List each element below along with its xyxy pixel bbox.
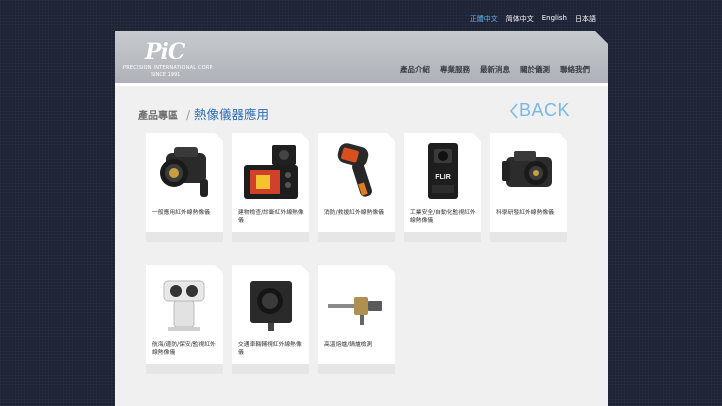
product-label: 建物檢查/診斷紅外線熱像儀 bbox=[238, 210, 304, 224]
svg-text:FLIR: FLIR bbox=[435, 174, 451, 181]
pistol-grip-camera-icon bbox=[337, 143, 372, 197]
product-card[interactable]: FLIR 工業安全/自動化監視紅外線熱像儀 bbox=[404, 133, 481, 242]
back-label: BACK bbox=[518, 100, 570, 120]
lang-english[interactable]: English bbox=[542, 14, 567, 24]
product-card[interactable]: 航海/邊防/保安/監視紅外線熱像儀 bbox=[146, 265, 223, 374]
research-camera-icon bbox=[502, 151, 552, 187]
fixed-mount-camera-icon: FLIR bbox=[428, 143, 458, 199]
main-panel: PiC PRECISION INTERNATIONAL CORP. SINCE … bbox=[115, 31, 608, 406]
lang-japanese[interactable]: 日本語 bbox=[575, 14, 596, 24]
product-card[interactable]: 高溫熔爐/鍋爐檢測 bbox=[318, 265, 395, 374]
product-label: 交通車輛輔視紅外線熱像儀 bbox=[238, 342, 302, 356]
product-card[interactable]: 建物檢查/診斷紅外線熱像儀 bbox=[232, 133, 309, 242]
card-footer bbox=[404, 232, 481, 242]
card-footer bbox=[232, 364, 309, 374]
product-label: 一般應用紅外線熱像儀 bbox=[152, 210, 210, 216]
product-card[interactable]: 一般應用紅外線熱像儀 bbox=[146, 133, 223, 242]
page-title: 熱像儀器應用 bbox=[194, 107, 270, 122]
compact-camera-icon bbox=[244, 145, 298, 199]
product-label: 科學研發紅外線熱像儀 bbox=[496, 210, 554, 216]
product-card[interactable]: 科學研發紅外線熱像儀 bbox=[490, 133, 567, 242]
logo-company-name: PRECISION INTERNATIONAL CORP. bbox=[123, 65, 214, 71]
card-footer bbox=[318, 364, 395, 374]
handheld-camera-icon bbox=[160, 147, 208, 197]
product-label: 工業安全/自動化監視紅外線熱像儀 bbox=[410, 210, 476, 224]
product-card[interactable]: 消防/救援紅外線熱像儀 bbox=[318, 133, 395, 242]
logo-since: SINCE 1991 bbox=[151, 72, 181, 78]
language-switcher: 正體中文 简体中文 English 日本語 bbox=[470, 14, 596, 24]
nav-contact[interactable]: 聯絡我們 bbox=[560, 64, 590, 75]
card-footer bbox=[146, 232, 223, 242]
nav-products[interactable]: 產品介紹 bbox=[400, 64, 430, 75]
breadcrumb-zone[interactable]: 產品專區 bbox=[138, 107, 178, 122]
card-footer bbox=[318, 232, 395, 242]
card-footer bbox=[146, 364, 223, 374]
logo-mark: PiC bbox=[145, 39, 185, 65]
product-label: 航海/邊防/保安/監視紅外線熱像儀 bbox=[152, 342, 216, 356]
card-footer bbox=[232, 232, 309, 242]
site-header: PiC PRECISION INTERNATIONAL CORP. SINCE … bbox=[115, 31, 608, 83]
header-divider bbox=[115, 83, 608, 86]
nav-services[interactable]: 專業服務 bbox=[440, 64, 470, 75]
back-button[interactable]: BACK bbox=[509, 100, 570, 121]
breadcrumb-separator: / bbox=[186, 108, 191, 122]
breadcrumb: 產品專區 / 熱像儀器應用 bbox=[138, 104, 269, 123]
ptz-camera-icon bbox=[163, 280, 205, 331]
chevron-left-icon bbox=[509, 103, 518, 118]
company-logo[interactable]: PiC PRECISION INTERNATIONAL CORP. SINCE … bbox=[123, 37, 233, 78]
product-label: 消防/救援紅外線熱像儀 bbox=[324, 210, 384, 216]
main-nav: 產品介紹 專業服務 最新消息 關於儀測 聯絡我們 bbox=[400, 64, 590, 75]
nav-about[interactable]: 關於儀測 bbox=[520, 64, 550, 75]
product-card[interactable]: 交通車輛輔視紅外線熱像儀 bbox=[232, 265, 309, 374]
lang-traditional-chinese[interactable]: 正體中文 bbox=[470, 14, 498, 24]
nav-news[interactable]: 最新消息 bbox=[480, 64, 510, 75]
product-label: 高溫熔爐/鍋爐檢測 bbox=[324, 342, 373, 348]
lang-simplified-chinese[interactable]: 简体中文 bbox=[506, 14, 534, 24]
vehicle-core-camera-icon bbox=[250, 281, 292, 331]
card-footer bbox=[490, 232, 567, 242]
furnace-probe-icon bbox=[328, 297, 382, 325]
